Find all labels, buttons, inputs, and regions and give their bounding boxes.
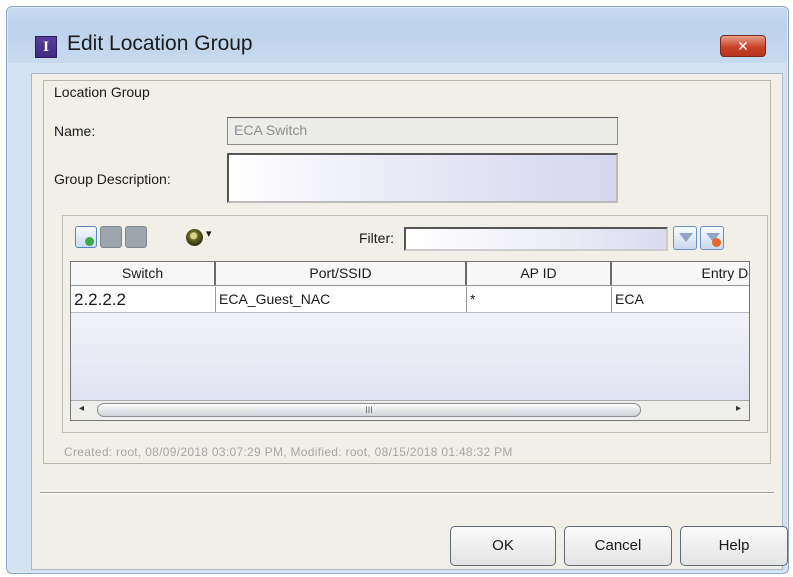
- group-description-field[interactable]: [227, 153, 618, 203]
- entries-panel: ▾ Filter: Switch Port/SSID AP ID Entry D…: [62, 215, 768, 433]
- edit-location-group-dialog: I Edit Location Group ✕ Location Group N…: [6, 6, 789, 574]
- edit-entry-button[interactable]: [100, 226, 122, 248]
- delete-entry-button[interactable]: [125, 226, 147, 248]
- dialog-title: Edit Location Group: [67, 32, 253, 55]
- cell-ap-id: *: [467, 287, 612, 312]
- filter-label: Filter:: [359, 230, 394, 246]
- filter-input[interactable]: [404, 227, 668, 251]
- close-button[interactable]: ✕: [720, 35, 766, 57]
- table-row[interactable]: 2.2.2.2 ECA_Guest_NAC * ECA: [71, 287, 749, 313]
- created-modified-info: Created: root, 08/09/2018 03:07:29 PM, M…: [64, 445, 513, 459]
- help-button[interactable]: Help: [680, 526, 788, 566]
- horizontal-scrollbar[interactable]: ◂ III ▸: [71, 400, 749, 420]
- cell-port-ssid: ECA_Guest_NAC: [216, 287, 467, 312]
- add-entry-button[interactable]: [75, 226, 97, 248]
- clear-mark-icon: [712, 238, 721, 247]
- refresh-menu-arrow-icon[interactable]: ▾: [206, 227, 212, 240]
- location-group-panel: Location Group Name: ECA Switch Group De…: [43, 80, 771, 464]
- title-bar: I Edit Location Group ✕: [7, 7, 788, 63]
- refresh-icon[interactable]: [186, 229, 203, 246]
- location-group-icon: I: [35, 36, 57, 58]
- add-entry-icon: [85, 237, 94, 246]
- scroll-left-icon[interactable]: ◂: [79, 403, 84, 414]
- scroll-thumb[interactable]: III: [97, 403, 641, 417]
- scroll-right-icon[interactable]: ▸: [736, 403, 741, 414]
- cell-entry-desc: ECA: [615, 291, 644, 307]
- name-field[interactable]: ECA Switch: [227, 117, 618, 145]
- group-description-label: Group Description:: [54, 171, 171, 187]
- table-header: Switch Port/SSID AP ID Entry Desc: [71, 262, 749, 286]
- column-header-port-ssid[interactable]: Port/SSID: [216, 262, 467, 285]
- ok-button[interactable]: OK: [450, 526, 556, 566]
- column-header-entry-desc[interactable]: Entry Desc: [612, 262, 749, 285]
- apply-filter-button[interactable]: [673, 226, 697, 250]
- separator: [40, 492, 774, 494]
- cell-switch: 2.2.2.2: [71, 287, 216, 312]
- column-header-switch[interactable]: Switch: [71, 262, 216, 285]
- clear-filter-button[interactable]: [700, 226, 724, 250]
- column-header-ap-id[interactable]: AP ID: [467, 262, 612, 285]
- location-group-legend: Location Group: [52, 84, 152, 100]
- cancel-button[interactable]: Cancel: [564, 526, 672, 566]
- filter-icon: [679, 233, 693, 242]
- entries-table: Switch Port/SSID AP ID Entry Desc 2.2.2.…: [70, 261, 750, 421]
- dialog-body: Location Group Name: ECA Switch Group De…: [31, 73, 788, 570]
- name-label: Name:: [54, 123, 96, 139]
